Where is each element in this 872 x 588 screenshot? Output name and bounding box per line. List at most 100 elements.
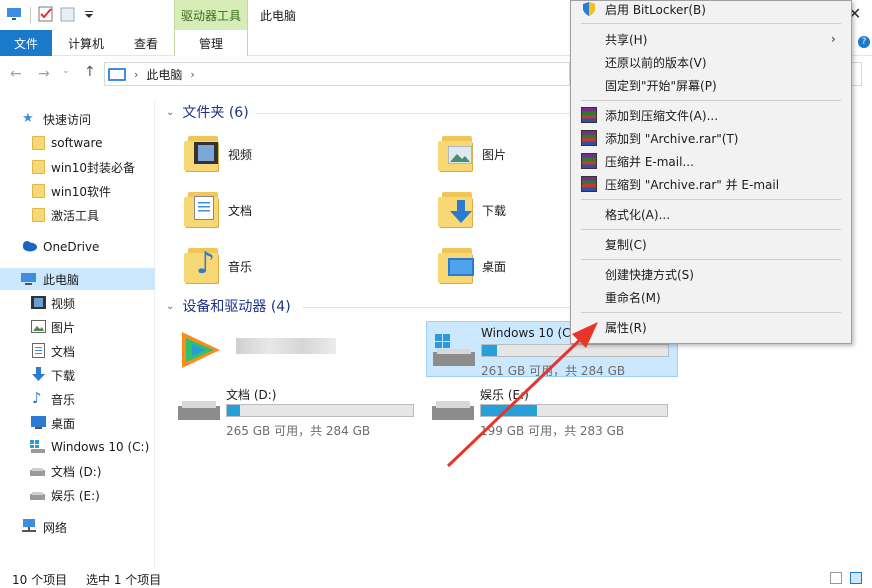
- sidebar-item-downloads[interactable]: 下载: [0, 364, 155, 386]
- download-arrow-icon: [31, 367, 47, 381]
- sidebar-item-this-pc[interactable]: 此电脑: [0, 268, 155, 290]
- menu-item-add-to-archive[interactable]: 添加到压缩文件(A)...: [571, 104, 851, 126]
- forward-icon[interactable]: →: [38, 66, 50, 82]
- folder-videos[interactable]: 视频: [184, 130, 394, 180]
- menu-item-label: 压缩到 "Archive.rar" 并 E-mail: [605, 177, 780, 192]
- sidebar-item-drive-e[interactable]: 娱乐 (E:): [0, 484, 155, 506]
- menu-item-restore-previous[interactable]: 还原以前的版本(V): [571, 51, 851, 73]
- menu-item-properties[interactable]: 属性(R): [571, 316, 851, 338]
- folder-icon: [32, 136, 45, 150]
- sidebar-item-documents[interactable]: 文档: [0, 340, 155, 362]
- sidebar-item-label: software: [51, 136, 103, 150]
- help-icon[interactable]: ?: [858, 36, 870, 48]
- menu-item-bitlocker[interactable]: 启用 BitLocker(B): [571, 0, 851, 20]
- menu-item-label: 压缩并 E-mail...: [605, 154, 694, 169]
- back-icon[interactable]: ←: [10, 66, 22, 82]
- drive-d[interactable]: 文档 (D:) 265 GB 可用，共 284 GB: [172, 382, 424, 438]
- download-folder-icon: [438, 188, 474, 228]
- sidebar-item-network[interactable]: 网络: [0, 516, 155, 538]
- chevron-down-icon: ⌄: [166, 106, 175, 118]
- folder-documents[interactable]: 文档: [184, 186, 394, 236]
- sidebar-item-pictures[interactable]: 图片: [0, 316, 155, 338]
- menu-separator: [581, 199, 841, 200]
- device-tencent-video[interactable]: [172, 322, 424, 378]
- music-folder-icon: ♪: [184, 244, 220, 284]
- folder-music[interactable]: ♪ 音乐: [184, 242, 394, 292]
- menu-item-format[interactable]: 格式化(A)...: [571, 203, 851, 225]
- menu-item-compress-to-rar-email[interactable]: 压缩到 "Archive.rar" 并 E-mail: [571, 173, 851, 195]
- devices-group-header[interactable]: ⌄ 设备和驱动器 (4): [166, 296, 291, 316]
- menu-item-label: 启用 BitLocker(B): [605, 2, 706, 17]
- breadcrumb-chevron[interactable]: ›: [134, 68, 138, 81]
- sidebar-item-drive-c[interactable]: Windows 10 (C:): [0, 436, 155, 458]
- music-note-icon: ♪: [32, 389, 42, 407]
- sidebar-item-desktop[interactable]: 桌面: [0, 412, 155, 434]
- sidebar-item-label: win10封装必备: [51, 160, 136, 175]
- tab-file[interactable]: 文件: [0, 30, 52, 56]
- menu-item-label: 格式化(A)...: [605, 207, 671, 222]
- document-folder-icon: [184, 188, 220, 228]
- new-folder-icon[interactable]: [60, 6, 76, 22]
- folder-label: 桌面: [482, 260, 507, 274]
- sidebar-item-onedrive[interactable]: OneDrive: [0, 236, 155, 258]
- recent-locations-icon[interactable]: ⌄: [62, 66, 70, 76]
- desktop-icon: [31, 416, 47, 430]
- breadcrumb-this-pc[interactable]: 此电脑: [146, 66, 182, 83]
- breadcrumb-chevron[interactable]: ›: [190, 68, 194, 81]
- properties-icon[interactable]: [38, 6, 54, 22]
- up-icon[interactable]: ↑: [84, 64, 96, 80]
- menu-item-copy[interactable]: 复制(C): [571, 233, 851, 255]
- tab-manage[interactable]: 管理: [174, 30, 248, 56]
- drive-name: 娱乐 (E:): [480, 388, 529, 402]
- menu-item-add-to-archive-rar[interactable]: 添加到 "Archive.rar"(T): [571, 127, 851, 149]
- sidebar-item-label: 视频: [51, 296, 76, 311]
- tencent-video-icon: [176, 328, 224, 375]
- chevron-down-icon: ⌄: [166, 300, 175, 312]
- folder-label: 音乐: [228, 260, 253, 274]
- menu-item-compress-email[interactable]: 压缩并 E-mail...: [571, 150, 851, 172]
- menu-item-create-shortcut[interactable]: 创建快捷方式(S): [571, 263, 851, 285]
- tab-view[interactable]: 查看: [124, 30, 168, 56]
- computer-icon: [20, 272, 36, 286]
- menu-item-share[interactable]: 共享(H) ›: [571, 28, 851, 50]
- sidebar-item-quick-access[interactable]: ★ 快速访问: [0, 108, 155, 130]
- details-view-icon[interactable]: [830, 572, 842, 584]
- sidebar-item-software[interactable]: software: [0, 132, 155, 154]
- drive-icon: [430, 398, 474, 422]
- customize-quick-access-icon[interactable]: [82, 6, 98, 22]
- menu-item-rename[interactable]: 重命名(M): [571, 286, 851, 308]
- menu-item-label: 添加到压缩文件(A)...: [605, 108, 719, 123]
- group-title: 文件夹 (6): [182, 105, 249, 121]
- sidebar-item-label: 音乐: [51, 392, 76, 407]
- item-count: 10 个项目: [12, 573, 68, 587]
- sidebar-item-win10-pack[interactable]: win10封装必备: [0, 156, 155, 178]
- folders-group-header[interactable]: ⌄ 文件夹 (6): [166, 102, 249, 122]
- drive-e[interactable]: 娱乐 (E:) 199 GB 可用，共 283 GB: [426, 382, 678, 438]
- drive-icon: [30, 490, 46, 504]
- drive-name: Windows 10 (C:): [481, 326, 580, 340]
- menu-item-label: 共享(H): [605, 32, 648, 47]
- sidebar-item-activation-tools[interactable]: 激活工具: [0, 204, 155, 226]
- tab-computer[interactable]: 计算机: [60, 30, 112, 56]
- folder-label: 下载: [482, 204, 507, 218]
- large-icons-view-icon[interactable]: [850, 572, 862, 584]
- sidebar-item-win10-software[interactable]: win10软件: [0, 180, 155, 202]
- sidebar-item-label: 图片: [51, 320, 76, 335]
- sidebar-item-drive-d[interactable]: 文档 (D:): [0, 460, 155, 482]
- menu-item-pin-to-start[interactable]: 固定到"开始"屏幕(P): [571, 74, 851, 96]
- video-folder-icon: [184, 132, 220, 172]
- folder-label: 文档: [228, 204, 253, 218]
- sidebar-item-music[interactable]: ♪ 音乐: [0, 388, 155, 410]
- address-bar[interactable]: › 此电脑 ›: [104, 62, 570, 86]
- sidebar-item-label: 此电脑: [43, 272, 80, 287]
- menu-separator: [581, 229, 841, 230]
- drive-space-info: 261 GB 可用，共 284 GB: [481, 364, 626, 378]
- sidebar-item-videos[interactable]: 视频: [0, 292, 155, 314]
- desktop-folder-icon: [438, 244, 474, 284]
- menu-item-label: 添加到 "Archive.rar"(T): [605, 131, 739, 146]
- blurred-device-name: [236, 338, 336, 354]
- group-title: 设备和驱动器 (4): [182, 299, 291, 315]
- winrar-icon: [581, 130, 597, 146]
- winrar-icon: [581, 153, 597, 169]
- menu-item-label: 复制(C): [605, 237, 647, 252]
